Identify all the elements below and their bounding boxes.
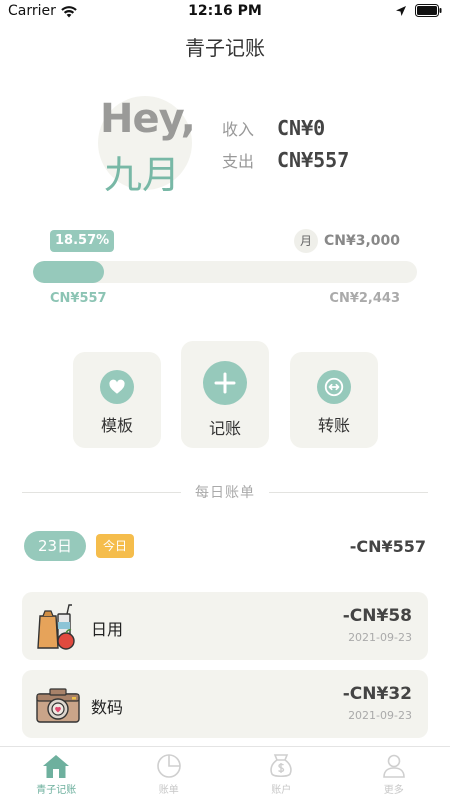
- add-record-button[interactable]: 记账: [181, 341, 269, 448]
- income-value: CN¥0: [277, 116, 326, 140]
- transfer-icon: [317, 370, 351, 404]
- template-label: 模板: [100, 416, 133, 435]
- record-category: 日用: [91, 620, 124, 639]
- groceries-icon: [37, 604, 75, 650]
- person-icon: [382, 754, 405, 778]
- tab-home-label: 青子记账: [36, 785, 77, 796]
- tab-home[interactable]: 青子记账: [0, 747, 113, 800]
- pie-chart-icon: [156, 754, 181, 778]
- plus-icon: [203, 361, 247, 405]
- monthly-budget[interactable]: 月 CN¥3,000: [293, 229, 400, 253]
- budget-progress-bar: [33, 261, 417, 283]
- money-bag-icon: [270, 754, 292, 778]
- budget-total: CN¥3,000: [323, 233, 400, 249]
- date-pill: 23日: [24, 531, 86, 561]
- record-category: 数码: [91, 698, 124, 717]
- budget-progress-fill: [33, 261, 105, 283]
- tab-accounts[interactable]: 账户: [225, 747, 338, 800]
- clock: 12:16 PM: [188, 3, 262, 19]
- record-date: 2021-09-23: [348, 709, 412, 722]
- divider-line: [269, 491, 428, 493]
- income-label: 收入: [222, 120, 255, 139]
- tab-bills-label: 账单: [158, 785, 179, 796]
- day-total: -CN¥557: [349, 537, 426, 556]
- today-badge: 今日: [96, 534, 134, 558]
- expense-row: 支出 CN¥557: [222, 148, 349, 172]
- budget-remaining: CN¥2,443: [329, 291, 400, 306]
- transfer-button[interactable]: 转账: [290, 352, 378, 448]
- tab-more[interactable]: 更多: [338, 747, 450, 800]
- budget-percent-badge: 18.57%: [50, 230, 115, 252]
- record-amount: -CN¥32: [342, 684, 412, 704]
- greeting: Hey, 九月: [98, 96, 196, 197]
- record-item[interactable]: 数码 -CN¥32 2021-09-23: [22, 670, 428, 738]
- record-item[interactable]: 日用 -CN¥58 2021-09-23: [22, 592, 428, 660]
- expense-label: 支出: [222, 152, 255, 171]
- heart-icon: [100, 370, 134, 404]
- record-amount: -CN¥58: [342, 606, 412, 626]
- daily-bills-title: 每日账单: [195, 485, 255, 501]
- home-icon: [43, 755, 70, 778]
- tab-accounts-label: 账户: [271, 785, 292, 796]
- divider-line: [22, 491, 181, 493]
- tab-bar: 青子记账 账单 账户 更多: [0, 746, 450, 800]
- tab-more-label: 更多: [383, 785, 404, 796]
- expense-value: CN¥557: [277, 148, 350, 172]
- greeting-name: 九月: [104, 153, 181, 197]
- location-arrow-icon: [396, 5, 406, 16]
- daily-bills-header: 每日账单: [22, 482, 428, 502]
- budget-period-badge: 月: [293, 229, 318, 253]
- battery-icon: [415, 4, 442, 17]
- transfer-label: 转账: [317, 416, 350, 435]
- status-bar: Carrier 12:16 PM: [0, 0, 450, 24]
- tab-bills[interactable]: 账单: [113, 747, 226, 800]
- record-date: 2021-09-23: [348, 631, 412, 644]
- add-record-label: 记账: [208, 419, 241, 438]
- camera-icon: [36, 688, 80, 723]
- template-button[interactable]: 模板: [73, 352, 161, 448]
- page-title: 青子记账: [185, 36, 265, 60]
- budget-spent: CN¥557: [50, 291, 107, 306]
- income-row: 收入 CN¥0: [222, 116, 325, 140]
- greeting-hey: Hey,: [100, 96, 196, 142]
